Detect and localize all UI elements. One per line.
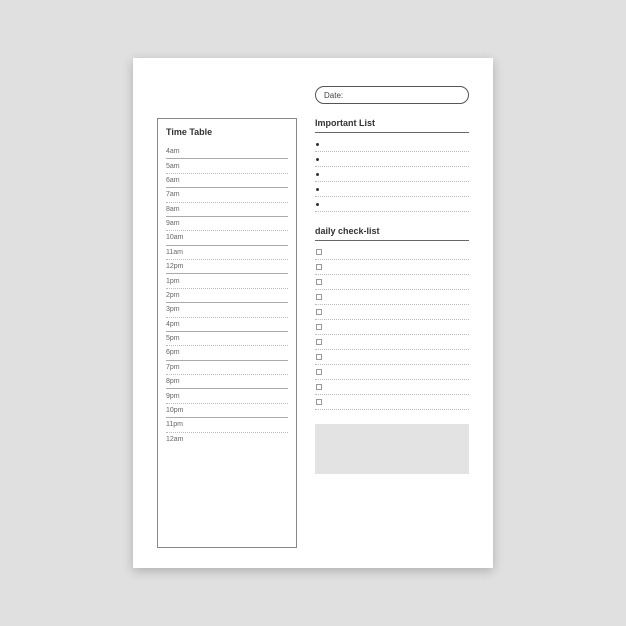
time-row[interactable]: 12pm	[166, 260, 288, 274]
planner-page: Time Table 4am5am6am7am8am9am10am11am12p…	[133, 58, 493, 568]
checkbox-icon[interactable]	[316, 384, 322, 390]
check-row[interactable]	[315, 320, 469, 335]
time-row[interactable]: 8am	[166, 203, 288, 217]
checkbox-icon[interactable]	[316, 249, 322, 255]
checkbox-icon[interactable]	[316, 264, 322, 270]
timetable-rows: 4am5am6am7am8am9am10am11am12pm1pm2pm3pm4…	[166, 145, 288, 446]
checklist	[315, 245, 469, 410]
check-row[interactable]	[315, 260, 469, 275]
important-row[interactable]	[315, 137, 469, 152]
time-row[interactable]: 4pm	[166, 318, 288, 332]
important-row[interactable]	[315, 197, 469, 212]
time-row[interactable]: 3pm	[166, 303, 288, 317]
important-heading: Important List	[315, 118, 469, 133]
bullet-icon	[316, 143, 319, 146]
timetable-heading: Time Table	[166, 127, 288, 137]
checkbox-icon[interactable]	[316, 294, 322, 300]
time-row[interactable]: 2pm	[166, 289, 288, 303]
check-row[interactable]	[315, 290, 469, 305]
checkbox-icon[interactable]	[316, 279, 322, 285]
time-row[interactable]: 12am	[166, 433, 288, 446]
time-row[interactable]: 10am	[166, 231, 288, 245]
date-label: Date:	[324, 91, 343, 100]
checklist-heading: daily check-list	[315, 226, 469, 241]
important-row[interactable]	[315, 167, 469, 182]
right-column: Date: Important List daily check-list	[315, 86, 469, 548]
bullet-icon	[316, 188, 319, 191]
time-row[interactable]: 11pm	[166, 418, 288, 432]
time-row[interactable]: 1pm	[166, 274, 288, 288]
check-row[interactable]	[315, 335, 469, 350]
bullet-icon	[316, 173, 319, 176]
time-row[interactable]: 9am	[166, 217, 288, 231]
bullet-icon	[316, 203, 319, 206]
left-column: Time Table 4am5am6am7am8am9am10am11am12p…	[157, 86, 297, 548]
check-row[interactable]	[315, 245, 469, 260]
checkbox-icon[interactable]	[316, 309, 322, 315]
notes-box[interactable]	[315, 424, 469, 474]
checkbox-icon[interactable]	[316, 399, 322, 405]
checkbox-icon[interactable]	[316, 339, 322, 345]
time-row[interactable]: 6pm	[166, 346, 288, 360]
time-row[interactable]: 5am	[166, 159, 288, 173]
important-row[interactable]	[315, 152, 469, 167]
check-row[interactable]	[315, 350, 469, 365]
time-row[interactable]: 7pm	[166, 361, 288, 375]
time-row[interactable]: 5pm	[166, 332, 288, 346]
time-row[interactable]: 6am	[166, 174, 288, 188]
checkbox-icon[interactable]	[316, 324, 322, 330]
bullet-icon	[316, 158, 319, 161]
important-row[interactable]	[315, 182, 469, 197]
time-row[interactable]: 8pm	[166, 375, 288, 389]
check-row[interactable]	[315, 365, 469, 380]
timetable-box: Time Table 4am5am6am7am8am9am10am11am12p…	[157, 118, 297, 548]
check-row[interactable]	[315, 275, 469, 290]
date-field[interactable]: Date:	[315, 86, 469, 104]
checkbox-icon[interactable]	[316, 369, 322, 375]
time-row[interactable]: 10pm	[166, 404, 288, 418]
check-row[interactable]	[315, 305, 469, 320]
time-row[interactable]: 4am	[166, 145, 288, 159]
time-row[interactable]: 9pm	[166, 389, 288, 403]
check-row[interactable]	[315, 395, 469, 410]
time-row[interactable]: 7am	[166, 188, 288, 202]
time-row[interactable]: 11am	[166, 246, 288, 260]
important-list	[315, 137, 469, 212]
checkbox-icon[interactable]	[316, 354, 322, 360]
check-row[interactable]	[315, 380, 469, 395]
